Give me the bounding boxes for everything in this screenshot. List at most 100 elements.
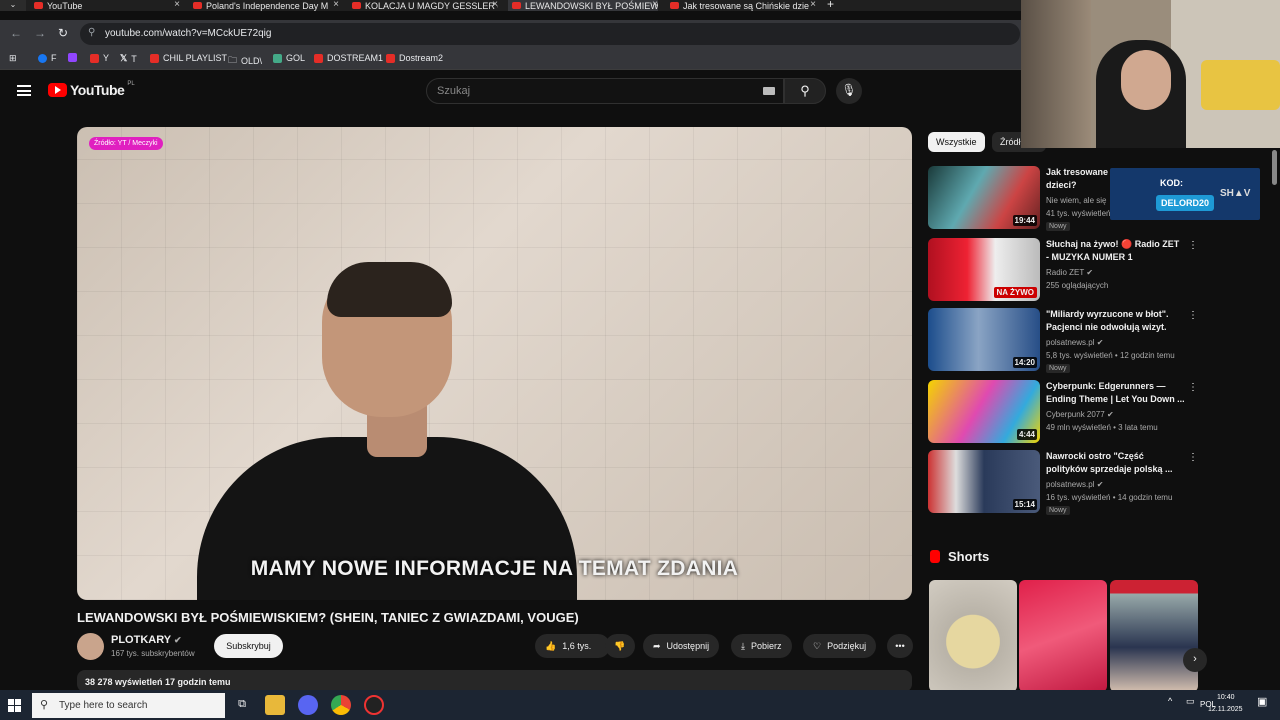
scrollbar[interactable] (1272, 150, 1277, 185)
reload-icon[interactable]: ↻ (58, 26, 68, 40)
short-thumbnail[interactable] (1019, 580, 1107, 692)
voice-search-button[interactable]: 🎙 (836, 78, 862, 104)
menu-icon[interactable] (17, 85, 31, 96)
bookmark-dostream1[interactable]: DOSTREAM1 (314, 53, 383, 63)
thanks-label: Podziękuj (827, 641, 867, 651)
video-thumbnail[interactable]: 14:20 (928, 308, 1040, 371)
obs-icon[interactable] (364, 695, 384, 715)
keyboard-icon[interactable] (763, 87, 775, 95)
bookmark-gol[interactable]: GOL (273, 53, 305, 63)
bookmark-old-folder[interactable]: 🗀 OLD\ (228, 53, 262, 69)
url-field[interactable]: ⚲ youtube.com/watch?v=MCckUE72qig (80, 23, 1020, 45)
more-vertical-icon[interactable]: ⋮ (1188, 240, 1198, 251)
recommended-title[interactable]: Nawrocki ostro "Część polityków sprzedaj… (1046, 450, 1186, 476)
channel-name[interactable]: PLOTKARY ✔ (111, 634, 182, 646)
shorts-next-button[interactable]: › (1183, 648, 1207, 672)
task-view-icon[interactable]: ⧉ (232, 695, 252, 715)
notification-icon[interactable]: ▣ (1257, 695, 1267, 708)
recommended-channel[interactable]: polsatnews.pl ✔ (1046, 480, 1103, 489)
tab-jak-tresowane[interactable]: Jak tresowane są Chińskie dzie × (670, 0, 816, 11)
thanks-button[interactable]: ♡ Podziękuj (803, 634, 877, 658)
tab-independence-day[interactable]: Poland's Independence Day M × (193, 0, 339, 11)
video-thumbnail[interactable]: 4:44 (928, 380, 1040, 443)
more-vertical-icon[interactable]: ⋮ (1188, 452, 1198, 463)
short-thumbnail[interactable] (1110, 580, 1198, 692)
video-thumbnail[interactable]: 15:14 (928, 450, 1040, 513)
subscriber-count: 167 tys. subskrybentów (111, 649, 195, 658)
clock-date[interactable]: 12.11.2025 (1208, 706, 1243, 713)
recommended-channel[interactable]: polsatnews.pl ✔ (1046, 338, 1103, 347)
youtube-logo[interactable]: YouTube PL (48, 81, 135, 98)
bookmark-label: OLD\ (241, 56, 263, 66)
tab-lewandowski[interactable]: LEWANDOWSKI BYŁ POŚMIEW × (508, 0, 658, 11)
bookmark-chil-playlist[interactable]: CHIL PLAYLIST (150, 53, 227, 63)
like-count: 1,6 tys. (562, 641, 592, 651)
live-badge: NA ŻYWO (993, 287, 1037, 298)
subscribe-button[interactable]: Subskrybuj (214, 634, 283, 658)
share-button[interactable]: ➦ Udostępnij (643, 634, 720, 658)
recommended-channel[interactable]: Radio ZET ✔ (1046, 268, 1093, 277)
channel-avatar[interactable] (77, 633, 104, 660)
bookmark-dostream2[interactable]: Dostream2 (386, 53, 443, 63)
taskbar-search-input[interactable]: ⚲ Type here to search (32, 693, 225, 718)
video-thumbnail[interactable]: 19:44 (928, 166, 1040, 229)
search-input[interactable]: Szukaj (426, 78, 784, 104)
recommended-meta: 41 tys. wyświetleń (1046, 209, 1111, 218)
back-icon[interactable]: ← (10, 26, 22, 40)
search-button[interactable]: ⚲ (784, 78, 826, 104)
short-thumbnail[interactable] (929, 580, 1017, 692)
recommended-title[interactable]: Słuchaj na żywo! 🔴 Radio ZET - MUZYKA NU… (1046, 238, 1186, 264)
discord-icon[interactable] (298, 695, 318, 715)
video-player[interactable]: Źródło: YT / Meczyki MAMY NOWE INFORMACJ… (77, 127, 912, 600)
video-title: LEWANDOWSKI BYŁ POŚMIEWISKIEM? (SHEIN, T… (77, 610, 579, 625)
x-twitter-icon: 𝕏 (120, 53, 128, 63)
channel-text: polsatnews.pl (1046, 480, 1095, 489)
like-button[interactable]: 👍 1,6 tys. (535, 634, 610, 658)
chrome-icon[interactable] (331, 695, 351, 715)
recommended-item[interactable]: 15:14 Nawrocki ostro "Część polityków sp… (928, 450, 1198, 515)
recommended-item[interactable]: 14:20 "Miliardy wyrzucone w błot". Pacje… (928, 308, 1198, 373)
chip-all[interactable]: Wszystkie (928, 132, 985, 152)
description-box[interactable]: 38 278 wyświetleń 17 godzin temu (77, 670, 912, 692)
new-tab-button[interactable]: + (827, 0, 839, 9)
close-tab-icon[interactable]: × (652, 0, 658, 10)
video-thumbnail[interactable]: NA ŻYWO (928, 238, 1040, 301)
new-badge: Nowy (1046, 506, 1070, 515)
promo-code: DELORD20 (1156, 195, 1215, 211)
file-explorer-icon[interactable] (265, 695, 285, 715)
recommended-channel[interactable]: Cyberpunk 2077 ✔ (1046, 410, 1114, 419)
site-info-icon[interactable]: ⚲ (88, 27, 95, 38)
bookmark-f[interactable]: F (38, 53, 57, 63)
thumbs-up-icon: 👍 (545, 640, 557, 651)
close-tab-icon[interactable]: × (492, 0, 498, 10)
more-vertical-icon[interactable]: ⋮ (1188, 310, 1198, 321)
tray-expand-icon[interactable]: ^ (1168, 696, 1172, 706)
close-tab-icon[interactable]: × (333, 0, 339, 10)
apps-grid-icon[interactable]: ⊞ (9, 53, 17, 64)
bookmark-y[interactable]: Y (90, 53, 109, 63)
dislike-button[interactable]: 👎 (605, 634, 635, 658)
close-tab-icon[interactable]: × (810, 0, 816, 10)
more-actions-button[interactable]: ••• (887, 634, 913, 658)
recommended-item[interactable]: NA ŻYWO Słuchaj na żywo! 🔴 Radio ZET - M… (928, 238, 1198, 303)
more-vertical-icon[interactable]: ⋮ (1188, 382, 1198, 393)
windows-start-icon[interactable] (8, 699, 21, 712)
recommended-item[interactable]: 4:44 Cyberpunk: Edgerunners — Ending The… (928, 380, 1198, 445)
network-icon[interactable]: ▭ (1186, 696, 1195, 707)
shorts-icon (930, 550, 940, 563)
bookmark-twitch[interactable] (68, 53, 77, 62)
download-button[interactable]: ⤓ Pobierz (731, 634, 792, 658)
clock-time[interactable]: 10:40 (1217, 694, 1235, 701)
duration-label: 15:14 (1012, 499, 1037, 510)
bookmark-t[interactable]: 𝕏T (120, 53, 137, 64)
tab-kolacja[interactable]: KOLACJA U MAGDY GESSLER c × (352, 0, 498, 11)
tab-search-menu[interactable]: ⌄ (0, 0, 26, 11)
recommended-title[interactable]: "Miliardy wyrzucone w błot". Pacjenci ni… (1046, 308, 1186, 334)
recommended-title[interactable]: Cyberpunk: Edgerunners — Ending Theme | … (1046, 380, 1186, 406)
channel-text: Cyberpunk 2077 (1046, 410, 1105, 419)
tab-youtube[interactable]: YouTube × (34, 0, 180, 11)
forward-icon[interactable]: → (34, 26, 46, 40)
close-tab-icon[interactable]: × (174, 0, 180, 10)
recommended-channel[interactable]: Nie wiem, ale się (1046, 196, 1106, 205)
thumbs-down-icon: 👎 (614, 640, 626, 651)
